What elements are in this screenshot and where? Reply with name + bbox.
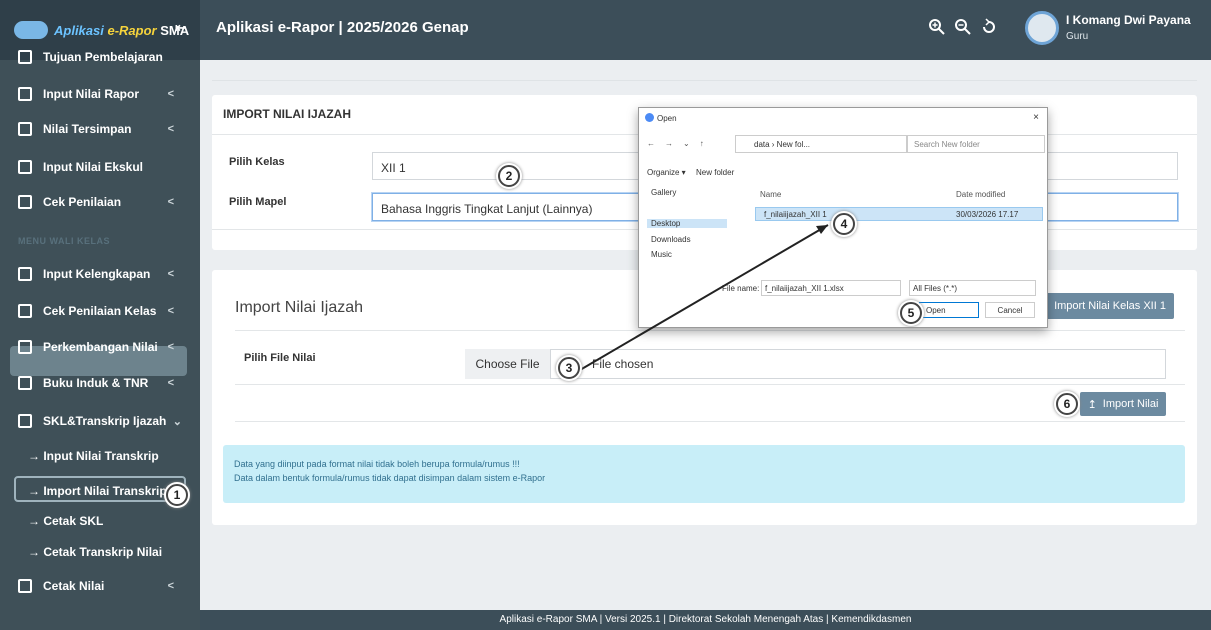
step-badge-4: 4 [833,213,855,235]
step-badge-5: 5 [900,302,922,324]
step-badge-6: 6 [1056,393,1078,415]
annotation-arrow [579,224,829,371]
step-badge-3: 3 [558,357,580,379]
step-badge-2: 2 [498,165,520,187]
step-badge-1: 1 [166,484,188,506]
